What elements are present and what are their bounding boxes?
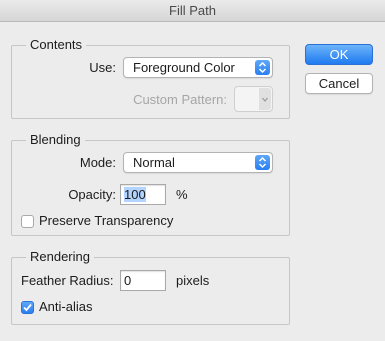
opacity-unit: % xyxy=(176,187,188,202)
contents-group-title: Contents xyxy=(26,37,87,53)
use-select-value: Foreground Color xyxy=(133,60,235,75)
mode-select-value: Normal xyxy=(133,155,175,170)
use-label: Use: xyxy=(89,60,116,75)
feather-radius-unit: pixels xyxy=(176,273,210,288)
preserve-transparency-label: Preserve Transparency xyxy=(39,213,174,228)
feather-radius-value: 0 xyxy=(124,273,132,288)
opacity-value: 100 xyxy=(124,187,146,202)
blending-group-title: Blending xyxy=(26,132,85,148)
updown-arrow-icon xyxy=(255,155,270,170)
pattern-dropdown-icon xyxy=(259,88,271,110)
antialias-label: Anti-alias xyxy=(39,299,93,314)
opacity-input[interactable]: 100 xyxy=(120,184,166,205)
antialias-checkbox[interactable] xyxy=(21,301,34,314)
mode-label: Mode: xyxy=(79,155,116,170)
custom-pattern-label: Custom Pattern: xyxy=(133,92,227,107)
use-select[interactable]: Foreground Color xyxy=(123,57,273,78)
feather-radius-label: Feather Radius: xyxy=(21,273,114,288)
updown-arrow-icon xyxy=(255,60,270,75)
opacity-label: Opacity: xyxy=(68,187,116,202)
cancel-button[interactable]: Cancel xyxy=(305,73,373,94)
window-titlebar: Fill Path xyxy=(0,0,385,22)
rendering-group-title: Rendering xyxy=(26,249,94,265)
checkmark-icon xyxy=(23,303,32,312)
custom-pattern-picker xyxy=(234,86,273,112)
window-title: Fill Path xyxy=(169,3,216,18)
feather-radius-input[interactable]: 0 xyxy=(120,270,166,291)
preserve-transparency-checkbox[interactable] xyxy=(21,215,34,228)
ok-button[interactable]: OK xyxy=(305,44,373,65)
mode-select[interactable]: Normal xyxy=(123,152,273,173)
